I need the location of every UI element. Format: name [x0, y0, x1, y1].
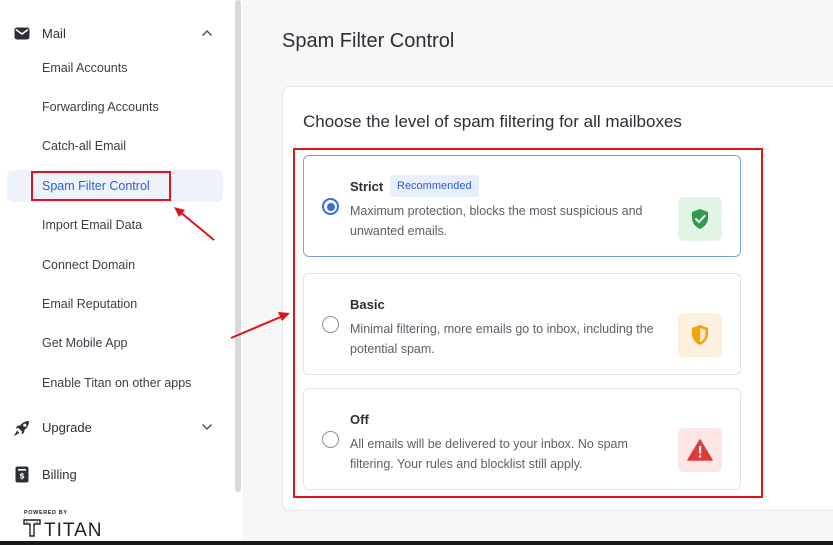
powered-by-label: POWERED BY	[24, 510, 68, 516]
chevron-down-icon[interactable]	[200, 420, 214, 434]
sidebar-item-label: Forwarding Accounts	[42, 100, 159, 114]
sidebar-section-label: Billing	[42, 466, 77, 482]
sidebar-item-label: Email Reputation	[42, 297, 138, 311]
sidebar-item-connect-domain[interactable]: Connect Domain	[7, 249, 223, 281]
annotation-options-box	[293, 148, 763, 498]
page-title: Spam Filter Control	[282, 30, 455, 52]
mail-icon	[12, 23, 32, 43]
sidebar-item-email-accounts[interactable]: Email Accounts	[7, 52, 223, 84]
sidebar-item-label: Email Accounts	[42, 61, 128, 75]
titan-logo: TITAN	[23, 519, 102, 542]
sidebar-item-get-mobile-app[interactable]: Get Mobile App	[7, 327, 223, 359]
sidebar-item-label: Catch-all Email	[42, 139, 127, 153]
billing-icon: $	[12, 464, 32, 484]
sidebar-item-catch-all-email[interactable]: Catch-all Email	[7, 130, 223, 162]
sidebar-section-billing[interactable]: $ Billing	[0, 460, 236, 488]
annotation-arrow	[174, 207, 215, 241]
chevron-up-icon[interactable]	[200, 26, 214, 40]
svg-text:$: $	[19, 471, 25, 480]
titan-logo-icon	[23, 519, 41, 542]
bottom-edge	[0, 541, 833, 545]
annotation-highlight-box	[31, 171, 171, 201]
sidebar-item-email-reputation[interactable]: Email Reputation	[7, 288, 223, 320]
sidebar-item-label: Get Mobile App	[42, 336, 128, 350]
sidebar-item-label: Enable Titan on other apps	[42, 376, 192, 390]
rocket-icon	[12, 417, 32, 437]
sidebar-section-upgrade[interactable]: Upgrade	[0, 413, 236, 441]
brand-name: TITAN	[44, 519, 103, 541]
sidebar-item-enable-titan[interactable]: Enable Titan on other apps	[7, 367, 223, 399]
sidebar-item-label: Import Email Data	[42, 218, 143, 232]
sidebar-scrollbar[interactable]	[235, 0, 241, 492]
sidebar-item-forwarding-accounts[interactable]: Forwarding Accounts	[7, 91, 223, 123]
sidebar-section-label: Upgrade	[42, 419, 92, 435]
card-heading: Choose the level of spam filtering for a…	[303, 112, 682, 131]
sidebar: Mail Email Accounts Forwarding Accounts …	[0, 0, 236, 545]
annotation-arrow	[230, 312, 290, 339]
sidebar-section-label: Mail	[42, 25, 66, 41]
sidebar-item-label: Connect Domain	[42, 258, 136, 272]
sidebar-section-mail[interactable]: Mail	[0, 19, 236, 47]
